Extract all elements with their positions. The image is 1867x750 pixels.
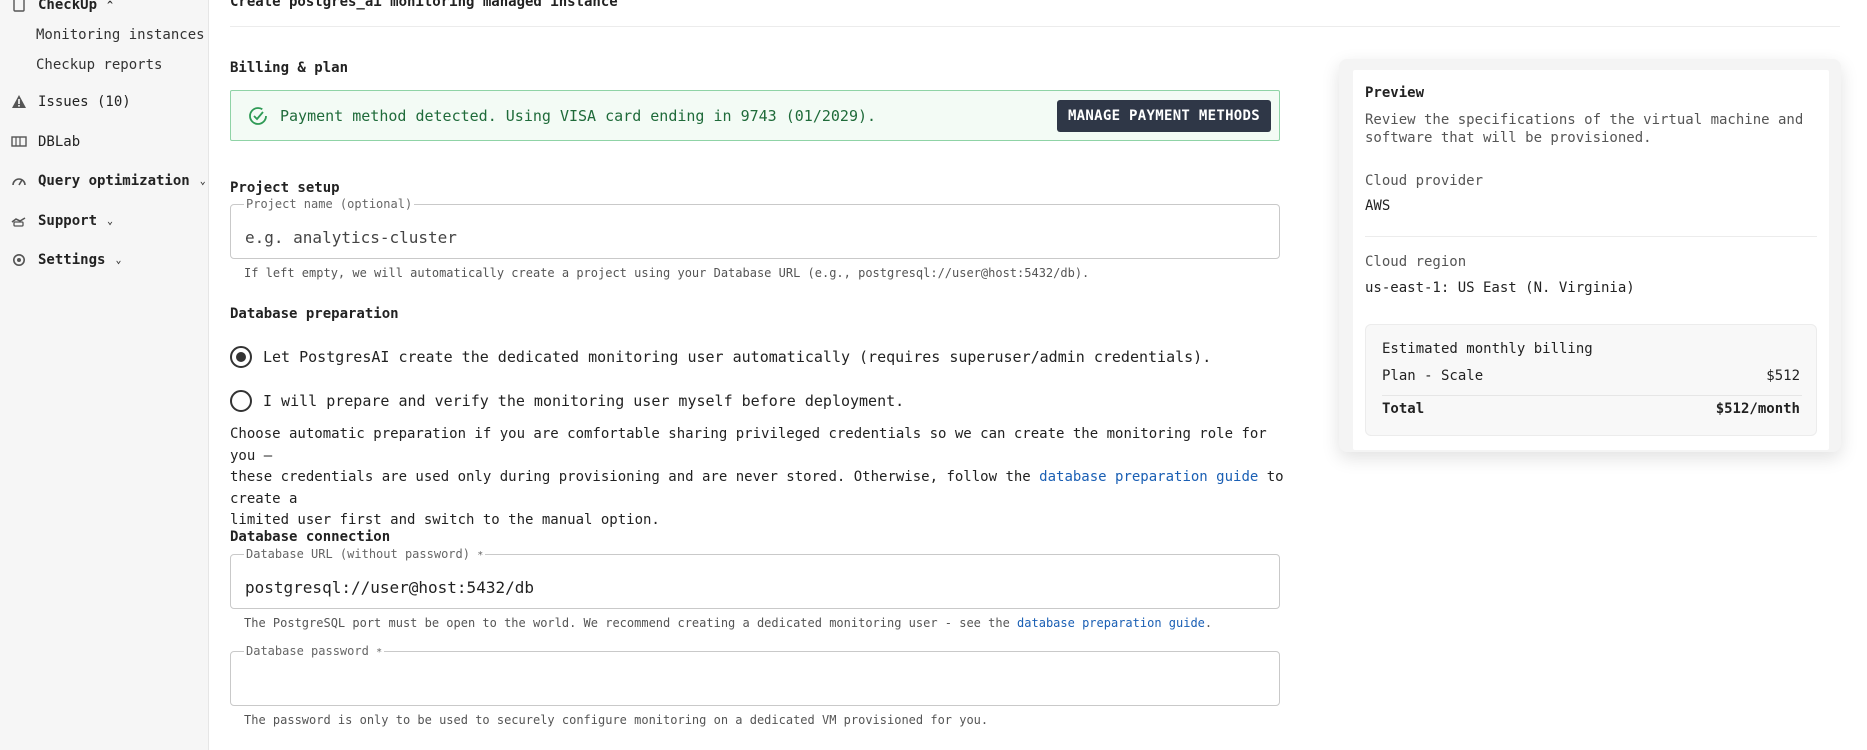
chevron-down-icon: ⌄: [107, 215, 114, 227]
connection-section-title: Database connection: [230, 529, 391, 545]
billing-title: Estimated monthly billing: [1382, 341, 1593, 357]
warning-icon: [10, 93, 28, 111]
prep-option-manual[interactable]: I will prepare and verify the monitoring…: [230, 390, 904, 412]
payment-alert: Payment method detected. Using VISA card…: [230, 90, 1280, 141]
plan-price: $512: [1766, 368, 1800, 384]
preview-desc-line-2: software that will be provisioned.: [1365, 130, 1652, 146]
prep-desc-line-2: these credentials are used only during p…: [230, 467, 1290, 510]
billing-section-title: Billing & plan: [230, 60, 349, 76]
total-price: $512/month: [1715, 401, 1800, 417]
database-password-label-text: Database password: [246, 644, 369, 658]
gauge-icon: [10, 172, 28, 190]
estimated-billing-box: Estimated monthly billing Plan - Scale $…: [1365, 324, 1817, 436]
sidebar: CheckUp ^ Monitoring instances Checkup r…: [0, 0, 209, 750]
database-url-label-text: Database URL (without password): [246, 547, 470, 561]
sidebar-item-query-optimization[interactable]: Query optimization ⌄: [0, 168, 206, 194]
page-title: Create postgres_ai monitoring managed in…: [230, 0, 618, 10]
prep-option-auto[interactable]: Let PostgresAI create the dedicated moni…: [230, 346, 1211, 368]
cloud-region-value: us-east-1: US East (N. Virginia): [1365, 280, 1635, 296]
sidebar-item-monitoring-instances[interactable]: Monitoring instances: [0, 22, 205, 48]
dblab-icon: [10, 133, 28, 151]
prep-section-title: Database preparation: [230, 306, 399, 322]
database-password-label: Database password *: [244, 644, 385, 658]
sidebar-item-label: Issues (10): [38, 94, 131, 110]
database-preparation-guide-link[interactable]: database preparation guide: [1039, 469, 1258, 485]
check-circle-icon: [248, 106, 268, 126]
required-mark: *: [477, 550, 484, 561]
chevron-up-icon: ^: [107, 0, 114, 11]
sidebar-item-label: DBLab: [38, 134, 81, 150]
prep-desc-text: these credentials are used only during p…: [230, 469, 1040, 485]
chevron-down-icon: ⌄: [115, 254, 122, 266]
radio-checked-icon[interactable]: [230, 346, 252, 368]
prep-option-auto-label: Let PostgresAI create the dedicated moni…: [263, 348, 1212, 366]
project-name-label: Project name (optional): [244, 197, 415, 211]
database-url-label: Database URL (without password) *: [244, 547, 486, 561]
database-preparation-guide-link[interactable]: database preparation guide: [1017, 616, 1205, 630]
divider: [1365, 236, 1817, 237]
payment-message: Payment method detected. Using VISA card…: [280, 106, 877, 125]
preview-desc-line-1: Review the specifications of the virtual…: [1365, 112, 1804, 128]
preview-card: Preview Review the specifications of the…: [1353, 70, 1829, 450]
database-url-value: postgresql://user@host:5432/db: [245, 578, 534, 597]
sidebar-item-label: Settings: [38, 252, 106, 268]
sidebar-item-settings[interactable]: Settings ⌄: [0, 247, 121, 273]
divider: [1382, 395, 1802, 396]
database-url-field[interactable]: Database URL (without password) * postgr…: [230, 547, 1280, 609]
project-name-placeholder: e.g. analytics-cluster: [245, 228, 457, 247]
sidebar-item-checkup[interactable]: CheckUp ^: [0, 0, 113, 18]
total-label: Total: [1382, 401, 1425, 417]
sidebar-item-label: Query optimization: [38, 173, 190, 189]
database-url-helper: The PostgreSQL port must be open to the …: [244, 616, 1212, 630]
sidebar-item-label: CheckUp: [38, 0, 98, 13]
cloud-provider-label: Cloud provider: [1365, 173, 1484, 189]
cloud-provider-value: AWS: [1365, 198, 1391, 214]
helper-text: .: [1204, 616, 1213, 630]
gear-icon: [10, 251, 28, 269]
sidebar-item-support[interactable]: Support ⌄: [0, 208, 113, 234]
required-mark: *: [376, 647, 383, 658]
cloud-region-label: Cloud region: [1365, 254, 1467, 270]
sidebar-item-checkup-reports[interactable]: Checkup reports: [0, 52, 162, 78]
prep-desc-line-1: Choose automatic preparation if you are …: [230, 426, 1267, 464]
manage-payment-methods-button[interactable]: MANAGE PAYMENT METHODS: [1056, 100, 1271, 132]
checkup-icon: [10, 0, 28, 14]
prep-description: Choose automatic preparation if you are …: [230, 424, 1290, 532]
helper-text: The PostgreSQL port must be open to the …: [244, 616, 1018, 630]
sidebar-item-issues[interactable]: Issues (10): [0, 89, 131, 115]
divider: [230, 26, 1840, 27]
database-password-helper: The password is only to be used to secur…: [244, 713, 989, 727]
support-icon: [10, 212, 28, 230]
chevron-down-icon: ⌄: [199, 175, 206, 187]
sidebar-item-label: Checkup reports: [36, 57, 163, 73]
sidebar-item-label: Monitoring instances: [36, 27, 205, 43]
prep-option-manual-label: I will prepare and verify the monitoring…: [263, 392, 905, 410]
project-helper-text: If left empty, we will automatically cre…: [244, 266, 1090, 280]
project-name-field[interactable]: Project name (optional) e.g. analytics-c…: [230, 197, 1280, 259]
sidebar-item-dblab[interactable]: DBLab: [0, 129, 80, 155]
preview-title: Preview: [1365, 85, 1425, 101]
plan-label: Plan - Scale: [1382, 368, 1484, 384]
database-password-field[interactable]: Database password *: [230, 644, 1280, 706]
sidebar-item-label: Support: [38, 213, 98, 229]
radio-unchecked-icon[interactable]: [230, 390, 252, 412]
project-section-title: Project setup: [230, 180, 340, 196]
